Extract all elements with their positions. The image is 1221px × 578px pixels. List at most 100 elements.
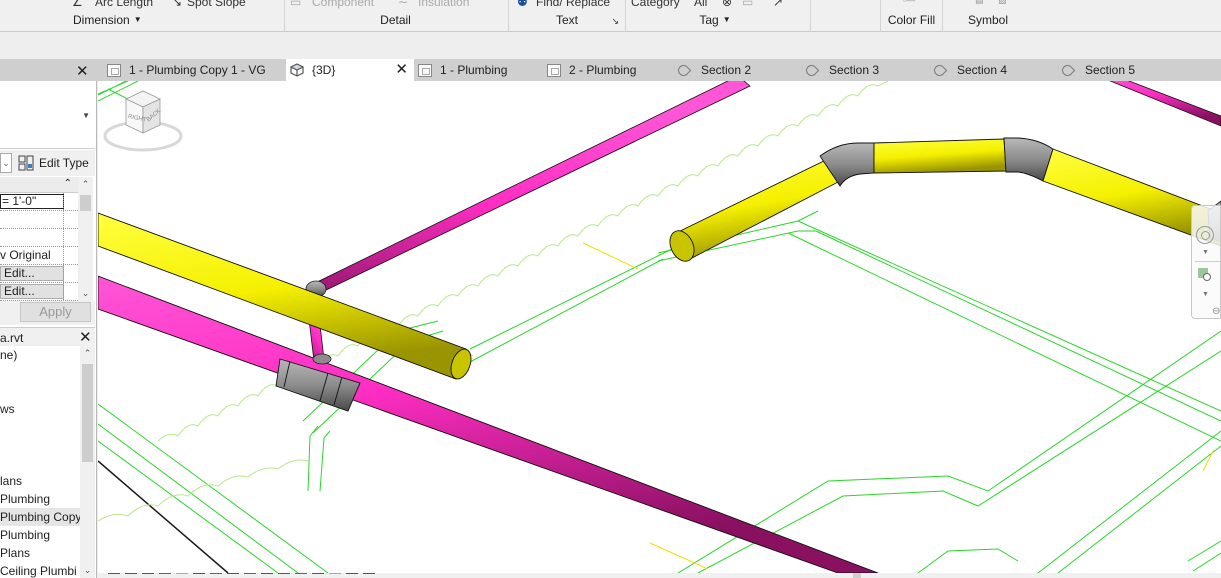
render-icon[interactable] (193, 573, 205, 578)
show-crop-icon[interactable] (244, 573, 256, 578)
horizontal-scrollbar[interactable] (853, 573, 861, 578)
insulation-icon[interactable]: ∼ (398, 0, 408, 9)
lock-view-icon[interactable] (210, 573, 222, 578)
temp-hide-icon[interactable] (278, 573, 290, 578)
ribbon-group-tag: Category All ⊗ ▭ ↗ Tag ▼ (626, 0, 811, 32)
legend-icon[interactable]: ▫— (903, 0, 915, 5)
tab-label: Section 2 (701, 63, 752, 77)
tab-label: 2 - Plumbing (569, 63, 637, 77)
find-replace-button[interactable]: Find/ Replace (536, 0, 610, 9)
cold-water-pipe[interactable] (675, 158, 841, 260)
3d-viewport[interactable]: RIGHT BACK ▼ ▼ ⊖ (98, 81, 1221, 573)
ceiling-cloud (98, 459, 309, 522)
chevron-down-icon[interactable]: ▼ (1202, 249, 1209, 256)
tag-group-label[interactable]: Tag ▼ (620, 13, 810, 27)
zoom-region-icon[interactable] (1198, 268, 1211, 281)
tab-section-4[interactable]: Section 4 (930, 59, 1058, 81)
insulation-button[interactable]: Insulation (418, 0, 469, 9)
spot-slope-button[interactable]: Spot Slope (187, 0, 246, 9)
properties-panel: ▼ ⌄ Edit Type ⌃ = 1'-0" v Original Edit.… (0, 81, 97, 578)
spot-slope-icon[interactable]: ↘ (172, 0, 182, 9)
tab-1-plumbing[interactable]: 1 - Plumbing (414, 59, 542, 81)
scroll-up-icon[interactable]: ⌃ (78, 179, 93, 190)
properties-grid: ⌃ = 1'-0" v Original Edit... Edit... (0, 177, 78, 301)
tree-item[interactable]: Ceiling Plumbi (0, 562, 77, 578)
tree-item[interactable]: Plans (0, 544, 30, 562)
tab-3d[interactable]: {3D} ✕ (286, 59, 414, 81)
crop-view-icon[interactable] (227, 573, 239, 578)
component-icon[interactable]: ▭ (290, 0, 301, 9)
collapse-icon[interactable]: ⌃ (64, 178, 72, 189)
detail-level-icon[interactable] (125, 573, 137, 578)
tree-item[interactable]: Plumbing (0, 526, 50, 544)
cold-water-pipe[interactable] (873, 138, 1007, 174)
properties-close-icon[interactable]: ✕ (76, 62, 89, 80)
ribbon-group-text: ⚉ Find/ Replace Text ↘ (509, 0, 626, 32)
dimension-group-label[interactable]: Dimension ▼ (0, 13, 284, 27)
model-canvas[interactable] (98, 81, 1221, 573)
scale-value-field[interactable]: = 1'-0" (0, 194, 64, 209)
section-box-icon[interactable] (261, 573, 273, 578)
tag-by-category-button[interactable]: Category (631, 0, 680, 9)
analytical-model-icon[interactable] (329, 573, 341, 578)
edit-button[interactable]: Edit... (0, 266, 64, 281)
arc-length-icon[interactable]: ∠ (72, 0, 83, 9)
tree-item[interactable]: ws (0, 400, 15, 418)
span-direction-icon[interactable]: ▤ (975, 0, 984, 6)
properties-toolbar: ⌄ Edit Type (0, 150, 95, 176)
type-selector[interactable]: ▼ (0, 81, 95, 149)
edit-type-button[interactable]: Edit Type (39, 156, 89, 170)
tab-section-5[interactable]: Section 5 (1058, 59, 1186, 81)
scroll-down-icon[interactable]: ⌄ (78, 288, 93, 299)
beam-system-icon[interactable]: ▨ (998, 0, 1007, 6)
browser-scrollbar[interactable]: ⌃ ⌄ (80, 346, 95, 578)
project-browser-close-icon[interactable]: ✕ (79, 328, 92, 346)
scroll-down-icon[interactable]: ⌄ (80, 565, 95, 576)
scrollbar-thumb[interactable] (80, 195, 91, 211)
tree-item-selected[interactable]: Plumbing Copy (0, 508, 80, 526)
tree-item[interactable]: Plumbing (0, 490, 50, 508)
tab-plumbing-copy-vg[interactable]: 1 - Plumbing Copy 1 - VG (103, 59, 286, 81)
scale-icon[interactable] (108, 573, 120, 578)
hot-water-pipe[interactable] (1098, 81, 1221, 127)
viewcube[interactable]: RIGHT BACK (98, 81, 188, 161)
tag-all-button[interactable]: All (694, 0, 707, 9)
property-row: Edit... (0, 265, 78, 283)
worksharing-icon[interactable] (312, 573, 324, 578)
minimize-navbar-icon[interactable]: ⊖ (1212, 306, 1220, 317)
apply-button[interactable]: Apply (20, 302, 91, 322)
properties-scrollbar[interactable]: ⌃ ⌄ (78, 177, 93, 301)
find-replace-icon[interactable]: ⚉ (517, 0, 528, 9)
steering-wheel-icon[interactable] (1196, 226, 1214, 244)
edit-button[interactable]: Edit... (0, 284, 64, 299)
instance-filter-dropdown[interactable]: ⌄ (0, 153, 12, 173)
close-tab-icon[interactable]: ✕ (395, 60, 408, 78)
shadows-icon[interactable] (176, 573, 188, 578)
reveal-hidden-icon[interactable] (295, 573, 307, 578)
material-tag-icon[interactable]: ▭ (742, 0, 753, 9)
leader-icon[interactable]: ↗ (773, 0, 783, 9)
highlight-displacement-icon[interactable] (346, 573, 358, 578)
sun-path-icon[interactable] (159, 573, 171, 578)
hot-water-pipe[interactable] (98, 275, 879, 573)
tab-2-plumbing[interactable]: 2 - Plumbing (543, 59, 671, 81)
tree-item[interactable]: lans (0, 472, 22, 490)
visual-style-icon[interactable] (142, 573, 154, 578)
reveal-constraints-icon[interactable] (363, 573, 375, 578)
edit-type-icon[interactable] (18, 155, 34, 171)
property-value[interactable]: v Original (0, 248, 51, 262)
component-button[interactable]: Component (312, 0, 374, 9)
chevron-down-icon[interactable]: ▼ (1202, 291, 1209, 298)
tree-item[interactable]: ne) (0, 346, 17, 364)
tab-section-3[interactable]: Section 3 (802, 59, 930, 81)
multi-category-tag-icon[interactable]: ⊗ (722, 0, 732, 9)
scrollbar-thumb[interactable] (82, 364, 93, 462)
tab-section-2[interactable]: Section 2 (674, 59, 802, 81)
dialog-launcher-icon[interactable]: ↘ (611, 16, 619, 27)
tab-label: 1 - Plumbing (440, 63, 508, 77)
scroll-up-icon[interactable]: ⌃ (80, 348, 95, 359)
arc-length-button[interactable]: Arc Length (95, 0, 153, 9)
duct-line (98, 403, 329, 573)
duct-line (307, 425, 331, 492)
properties-group-header[interactable]: ⌃ (0, 177, 78, 193)
